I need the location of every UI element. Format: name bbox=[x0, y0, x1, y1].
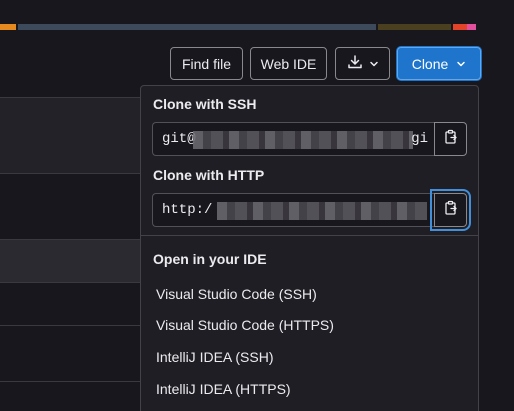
language-segment bbox=[467, 24, 476, 30]
language-segment bbox=[18, 24, 376, 30]
download-icon bbox=[347, 54, 363, 73]
chevron-down-icon bbox=[369, 56, 379, 72]
copy-http-url-button[interactable] bbox=[430, 189, 471, 231]
clone-dropdown: Clone with SSH git@ gi Clone with HTTP h… bbox=[140, 85, 479, 411]
find-file-label: Find file bbox=[181, 55, 232, 72]
list-item bbox=[0, 239, 140, 283]
clone-label: Clone bbox=[411, 55, 449, 72]
language-bar bbox=[0, 24, 476, 30]
http-url-start: http:/ bbox=[162, 202, 213, 218]
clipboard-icon bbox=[443, 200, 459, 221]
ide-option-intellij-ssh[interactable]: IntelliJ IDEA (SSH) bbox=[156, 349, 273, 365]
redacted-url bbox=[217, 202, 427, 220]
clone-http-title: Clone with HTTP bbox=[153, 167, 265, 183]
ssh-url-start: git@ bbox=[162, 131, 196, 147]
web-ide-label: Web IDE bbox=[260, 55, 317, 72]
open-in-ide-title: Open in your IDE bbox=[153, 251, 267, 267]
copy-ssh-url-button[interactable] bbox=[434, 122, 467, 156]
web-ide-button[interactable]: Web IDE bbox=[250, 47, 327, 80]
download-button[interactable] bbox=[335, 47, 390, 80]
clone-ssh-title: Clone with SSH bbox=[153, 96, 257, 112]
language-segment bbox=[378, 24, 451, 30]
list-item bbox=[0, 97, 140, 173]
repository-page: Find file Web IDE Clone Clone with SSH g… bbox=[0, 0, 514, 411]
ide-option-vscode-https[interactable]: Visual Studio Code (HTTPS) bbox=[156, 317, 334, 333]
ssh-url-field[interactable]: git@ gi bbox=[152, 122, 434, 156]
language-segment bbox=[0, 24, 16, 30]
find-file-button[interactable]: Find file bbox=[170, 47, 243, 80]
language-segment bbox=[453, 24, 467, 30]
ide-option-intellij-https[interactable]: IntelliJ IDEA (HTTPS) bbox=[156, 381, 291, 397]
ide-option-vscode-ssh[interactable]: Visual Studio Code (SSH) bbox=[156, 286, 317, 302]
redacted-url bbox=[193, 131, 413, 149]
file-list-background bbox=[0, 97, 140, 411]
dropdown-divider bbox=[141, 235, 478, 236]
clone-button[interactable]: Clone bbox=[397, 47, 481, 80]
ssh-url-end: gi bbox=[411, 131, 428, 147]
chevron-down-icon bbox=[456, 56, 466, 72]
clipboard-icon bbox=[443, 129, 459, 150]
http-url-field[interactable]: http:/ bbox=[152, 193, 434, 227]
